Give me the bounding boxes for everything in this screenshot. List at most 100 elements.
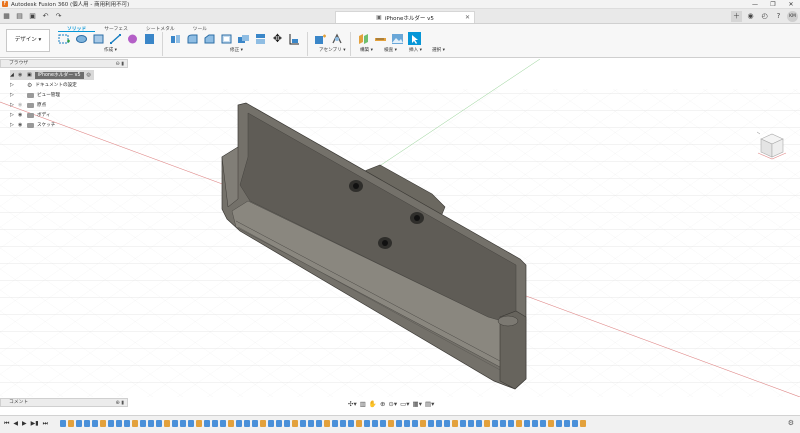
timeline-feature[interactable]: [252, 420, 258, 427]
timeline-feature[interactable]: [108, 420, 114, 427]
chamfer-icon[interactable]: [202, 32, 217, 45]
timeline-feature[interactable]: [348, 420, 354, 427]
timeline-feature[interactable]: [236, 420, 242, 427]
timeline-feature[interactable]: [468, 420, 474, 427]
timeline-feature[interactable]: [444, 420, 450, 427]
tree-item-bodies[interactable]: ▷ ◉ ボディ: [10, 110, 94, 120]
timeline-feature[interactable]: [492, 420, 498, 427]
joint-icon[interactable]: [330, 32, 345, 45]
timeline-feature[interactable]: [68, 420, 74, 427]
timeline-feature[interactable]: [484, 420, 490, 427]
gear-icon[interactable]: ⚙: [788, 419, 794, 427]
timeline-feature[interactable]: [244, 420, 250, 427]
timeline-feature[interactable]: [84, 420, 90, 427]
browser-collapse-icon[interactable]: ⊖ ▮: [115, 60, 124, 68]
radio-icon[interactable]: ◎: [87, 72, 91, 78]
timeline-feature[interactable]: [372, 420, 378, 427]
timeline-feature[interactable]: [572, 420, 578, 427]
timeline-feature[interactable]: [212, 420, 218, 427]
press-pull-icon[interactable]: [168, 32, 183, 45]
timeline-feature[interactable]: [148, 420, 154, 427]
tree-item-view-management[interactable]: ▷ ビュー管理: [10, 90, 94, 100]
expand-right-icon[interactable]: ▷: [10, 92, 15, 98]
form-icon[interactable]: [125, 32, 140, 45]
align-icon[interactable]: [287, 32, 302, 45]
minimize-button[interactable]: —: [746, 0, 764, 9]
timeline-feature[interactable]: [508, 420, 514, 427]
timeline-feature[interactable]: [308, 420, 314, 427]
tab-sheetmetal[interactable]: シートメタル: [137, 24, 184, 32]
box-icon[interactable]: [91, 32, 106, 45]
insert-image-icon[interactable]: [390, 32, 405, 45]
tab-solid[interactable]: ソリッド: [58, 24, 96, 32]
timeline-feature[interactable]: [228, 420, 234, 427]
grid-settings-icon[interactable]: ▦▾: [413, 400, 422, 408]
group-insert-label[interactable]: 挿入 ▾: [409, 47, 422, 53]
timeline-feature[interactable]: [156, 420, 162, 427]
look-at-icon[interactable]: ▥: [360, 400, 366, 408]
timeline-feature[interactable]: [516, 420, 522, 427]
avatar[interactable]: KM: [787, 11, 798, 22]
timeline-feature[interactable]: [532, 420, 538, 427]
expand-down-icon[interactable]: ◢: [10, 72, 15, 78]
timeline-feature[interactable]: [100, 420, 106, 427]
timeline-feature[interactable]: [428, 420, 434, 427]
timeline-feature[interactable]: [580, 420, 586, 427]
timeline-feature[interactable]: [268, 420, 274, 427]
notifications-icon[interactable]: ◴: [759, 11, 770, 22]
viewport-canvas[interactable]: [0, 58, 800, 398]
new-tab-icon[interactable]: ＋: [731, 11, 742, 22]
combine-icon[interactable]: [236, 32, 251, 45]
timeline-feature[interactable]: [260, 420, 266, 427]
expand-right-icon[interactable]: ▷: [10, 82, 15, 88]
eye-icon[interactable]: ◉: [18, 72, 24, 78]
step-forward-icon[interactable]: ▶▮: [31, 420, 39, 428]
timeline-feature[interactable]: [92, 420, 98, 427]
timeline-feature[interactable]: [396, 420, 402, 427]
viewports-icon[interactable]: ▤▾: [425, 400, 434, 408]
timeline-feature[interactable]: [116, 420, 122, 427]
timeline-feature[interactable]: [548, 420, 554, 427]
timeline-feature[interactable]: [404, 420, 410, 427]
close-tab-icon[interactable]: ✕: [465, 14, 470, 21]
timeline-feature[interactable]: [60, 420, 66, 427]
timeline-feature[interactable]: [332, 420, 338, 427]
timeline-feature[interactable]: [388, 420, 394, 427]
timeline-feature[interactable]: [524, 420, 530, 427]
group-construct-label[interactable]: 構築 ▾: [360, 47, 373, 53]
tab-surface[interactable]: サーフェス: [95, 24, 137, 32]
timeline-feature[interactable]: [340, 420, 346, 427]
derive-icon[interactable]: [142, 32, 157, 45]
tree-root[interactable]: ◢ ◉ ▣ iPhoneホルダー v5 ◎: [10, 70, 94, 80]
timeline-feature[interactable]: [564, 420, 570, 427]
timeline-feature[interactable]: [196, 420, 202, 427]
timeline-feature[interactable]: [140, 420, 146, 427]
eye-hidden-icon[interactable]: ◉: [18, 102, 24, 108]
timeline-feature[interactable]: [284, 420, 290, 427]
offset-plane-icon[interactable]: [356, 32, 371, 45]
timeline-feature[interactable]: [188, 420, 194, 427]
replace-face-icon[interactable]: [253, 32, 268, 45]
timeline-feature[interactable]: [380, 420, 386, 427]
file-icon[interactable]: ▤: [15, 12, 24, 20]
timeline-feature[interactable]: [364, 420, 370, 427]
eye-icon[interactable]: ◉: [18, 122, 24, 128]
measure-icon[interactable]: [373, 32, 388, 45]
zoom-icon[interactable]: ⊕: [380, 400, 385, 408]
expand-right-icon[interactable]: ▷: [10, 102, 15, 108]
group-modify-label[interactable]: 修正 ▾: [230, 47, 243, 53]
timeline-feature[interactable]: [452, 420, 458, 427]
timeline-feature[interactable]: [500, 420, 506, 427]
tree-item-origin[interactable]: ▷ ◉ 原点: [10, 100, 94, 110]
timeline-feature[interactable]: [436, 420, 442, 427]
timeline-feature[interactable]: [292, 420, 298, 427]
timeline-feature[interactable]: [324, 420, 330, 427]
group-inspect-label[interactable]: 検査 ▾: [384, 47, 397, 53]
timeline-feature[interactable]: [300, 420, 306, 427]
timeline-feature[interactable]: [316, 420, 322, 427]
shell-icon[interactable]: [219, 32, 234, 45]
maximize-button[interactable]: ❐: [764, 0, 782, 9]
move-icon[interactable]: ✥: [270, 32, 285, 45]
eye-icon[interactable]: ◉: [18, 112, 24, 118]
timeline-feature[interactable]: [412, 420, 418, 427]
